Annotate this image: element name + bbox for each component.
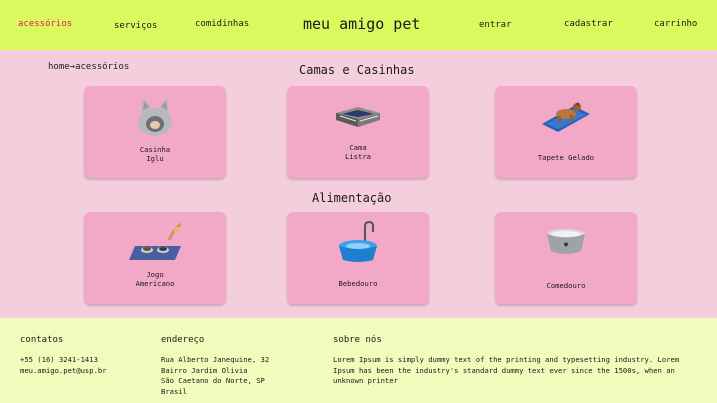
product-card-bebedouro[interactable]: Bebedouro (287, 212, 429, 304)
email-link[interactable]: meu.amigo.pet@usp.br (20, 366, 107, 377)
water-fountain-icon (287, 212, 429, 272)
placemat-icon (84, 212, 226, 272)
nav-comidinhas[interactable]: comidinhas (195, 19, 249, 29)
product-label: Casinha Iglu (139, 145, 171, 163)
footer-contatos: +55 (16) 3241-1413 meu.amigo.pet@usp.br (20, 355, 107, 376)
nav-entrar[interactable]: entrar (479, 20, 512, 30)
cat-igloo-bed-icon (84, 86, 226, 146)
product-card-comedouro[interactable]: Comedouro (495, 212, 637, 304)
product-label: Cama Listra (345, 143, 371, 161)
product-label: Jogo Americano (135, 270, 175, 288)
address-line: Brasil (161, 386, 187, 396)
nav-cadastrar[interactable]: cadastrar (564, 19, 613, 29)
striped-bed-icon (287, 86, 429, 146)
site-logo[interactable]: meu amigo pet (303, 15, 420, 33)
food-bowl-icon (495, 212, 637, 272)
footer-sobre-title: sobre nós (333, 335, 382, 345)
phone-number[interactable]: +55 (16) 3241-1413 (20, 355, 107, 366)
footer-contatos-title: contatos (20, 335, 64, 345)
breadcrumb[interactable]: home→acessórios (48, 62, 129, 72)
product-card-tapete-gelado[interactable]: Tapete Gelado (495, 86, 637, 178)
footer-endereco: Rua Alberto Janequine, 32 Bairro Jardim … (161, 355, 269, 397)
product-label: Comedouro (546, 281, 586, 290)
footer-sobre-text: Lorem Ipsum is simply dummy text of the … (333, 355, 680, 385)
section-title-alimentacao: Alimentação (312, 191, 392, 205)
footer: contatos +55 (16) 3241-1413 meu.amigo.pe… (0, 318, 717, 403)
address-line: Rua Alberto Janequine, 32 (161, 355, 270, 364)
address-line: São Caetano do Norte, SP (161, 376, 265, 385)
product-label: Tapete Gelado (537, 153, 595, 162)
nav-carrinho[interactable]: carrinho (654, 19, 697, 29)
product-card-casinha-iglu[interactable]: Casinha Iglu (84, 86, 226, 178)
nav-servicos[interactable]: serviços (114, 21, 157, 31)
nav-acessorios[interactable]: acessórios (18, 19, 72, 29)
product-card-jogo-americano[interactable]: Jogo Americano (84, 212, 226, 304)
address-line: Bairro Jardim Olivia (161, 365, 248, 375)
cooling-mat-icon (495, 86, 637, 146)
product-label: Bebedouro (338, 279, 378, 288)
product-card-cama-listra[interactable]: Cama Listra (287, 86, 429, 178)
section-title-camas: Camas e Casinhas (299, 63, 415, 77)
footer-endereco-title: endereço (161, 335, 205, 345)
top-nav-bar: acessórios serviços comidinhas meu amigo… (0, 0, 717, 50)
